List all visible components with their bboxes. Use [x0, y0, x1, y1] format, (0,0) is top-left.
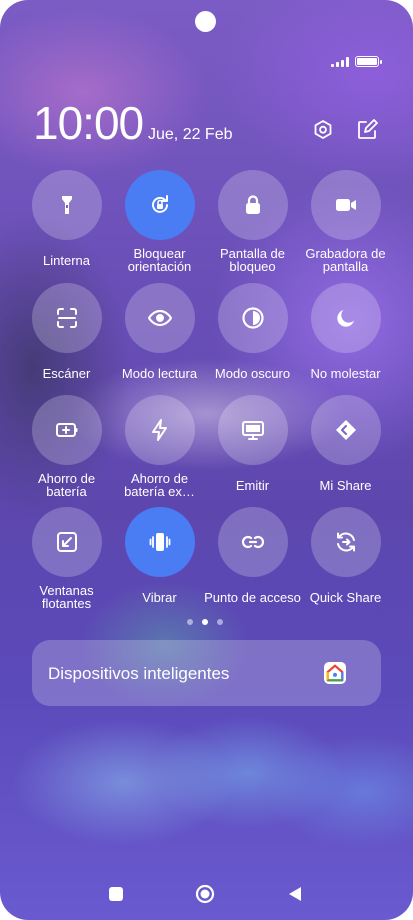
tile-label: Ahorro de batería ex… — [124, 471, 195, 499]
tile-label: Emitir — [235, 478, 270, 493]
rotation-lock-icon — [152, 195, 168, 213]
moon-icon — [337, 310, 354, 327]
floating-window-icon — [57, 532, 77, 552]
tile-label: Grabadora de pantalla — [305, 246, 386, 274]
edit-icon[interactable] — [355, 118, 379, 142]
tile-toggle-button[interactable] — [125, 283, 195, 353]
tile-toggle-button[interactable] — [218, 395, 288, 465]
battery-icon — [355, 56, 382, 67]
tile-flashlight[interactable]: Linterna — [20, 170, 113, 285]
tile-dark-mode[interactable]: Modo oscuro — [206, 283, 299, 398]
tile-label: Bloquear orientación — [127, 246, 192, 274]
dark-mode-icon — [242, 307, 264, 329]
back-triangle-icon[interactable] — [287, 886, 303, 902]
tile-mi-share[interactable]: Mi Share — [299, 395, 392, 510]
vibrate-icon — [149, 533, 171, 551]
lightning-icon — [152, 419, 167, 441]
status-bar — [331, 56, 382, 67]
tile-label: Ventanas flotantes — [39, 583, 94, 611]
scanner-icon — [57, 308, 77, 328]
navigation-bar — [0, 880, 413, 912]
hotspot-link-icon — [241, 535, 265, 549]
home-circle-icon[interactable] — [195, 884, 215, 904]
tile-vibrate[interactable]: Vibrar — [113, 507, 206, 622]
tile-toggle-button[interactable] — [32, 395, 102, 465]
tile-floating-window[interactable]: Ventanas flotantes — [20, 507, 113, 622]
flashlight-icon — [62, 196, 72, 214]
clock-date: Jue, 22 Feb — [148, 126, 233, 143]
tile-label: Modo lectura — [121, 366, 198, 381]
tile-toggle-button[interactable] — [311, 507, 381, 577]
battery-saver-icon — [56, 423, 78, 437]
eye-icon — [148, 309, 172, 327]
tile-label: No molestar — [310, 366, 381, 381]
tile-label: Escáner — [42, 366, 91, 381]
tile-quick-share[interactable]: Quick Share — [299, 507, 392, 622]
tile-label: Punto de acceso — [204, 590, 301, 605]
smart-devices-card[interactable]: Dispositivos inteligentes — [32, 640, 381, 706]
lock-icon — [246, 195, 260, 214]
tile-battery-saver[interactable]: Ahorro de batería — [20, 395, 113, 510]
mi-share-icon — [336, 420, 356, 440]
signal-icon — [331, 56, 349, 67]
tile-toggle-button[interactable] — [311, 395, 381, 465]
tile-toggle-button[interactable] — [125, 507, 195, 577]
settings-icon[interactable] — [311, 118, 335, 142]
tile-label: Mi Share — [319, 478, 372, 493]
tile-label: Vibrar — [142, 590, 177, 605]
tile-toggle-button[interactable] — [218, 507, 288, 577]
smart-devices-label: Dispositivos inteligentes — [48, 664, 230, 683]
google-home-icon — [324, 662, 346, 684]
tile-lock[interactable]: Pantalla de bloqueo — [206, 170, 299, 285]
tile-eye[interactable]: Modo lectura — [113, 283, 206, 398]
tile-moon[interactable]: No molestar — [299, 283, 392, 398]
tile-toggle-button[interactable] — [218, 170, 288, 240]
tile-toggle-button[interactable] — [311, 283, 381, 353]
tile-label: Ahorro de batería — [37, 471, 96, 499]
video-camera-icon — [336, 199, 356, 211]
phone-screen: 10:00 Jue, 22 Feb Linterna Bloquear orien… — [0, 0, 413, 920]
tile-toggle-button[interactable] — [125, 395, 195, 465]
tile-label: Linterna — [43, 253, 90, 268]
tile-label: Quick Share — [309, 590, 382, 605]
tile-label: Modo oscuro — [214, 366, 291, 381]
tile-scanner[interactable]: Escáner — [20, 283, 113, 398]
page-dot-active[interactable] — [202, 619, 208, 625]
tile-hotspot-link[interactable]: Punto de acceso — [204, 507, 301, 622]
page-dot[interactable] — [217, 619, 223, 625]
tile-toggle-button[interactable] — [32, 283, 102, 353]
clock-time: 10:00 — [33, 97, 144, 149]
monitor-icon — [242, 421, 264, 440]
page-dot[interactable] — [187, 619, 193, 625]
tile-label: Pantalla de bloqueo — [219, 246, 286, 274]
tile-rotation-lock[interactable]: Bloquear orientación — [113, 170, 206, 285]
page-indicator — [187, 619, 223, 625]
quick-share-icon — [337, 532, 355, 552]
tile-monitor[interactable]: Emitir — [206, 395, 299, 510]
tile-video-camera[interactable]: Grabadora de pantalla — [299, 170, 392, 285]
tile-toggle-button[interactable] — [32, 507, 102, 577]
tile-toggle-button[interactable] — [32, 170, 102, 240]
tile-toggle-button[interactable] — [311, 170, 381, 240]
camera-cutout — [195, 11, 216, 32]
tile-toggle-button[interactable] — [218, 283, 288, 353]
tile-lightning[interactable]: Ahorro de batería ex… — [113, 395, 206, 510]
tile-toggle-button[interactable] — [125, 170, 195, 240]
recents-square-icon[interactable] — [108, 886, 124, 902]
